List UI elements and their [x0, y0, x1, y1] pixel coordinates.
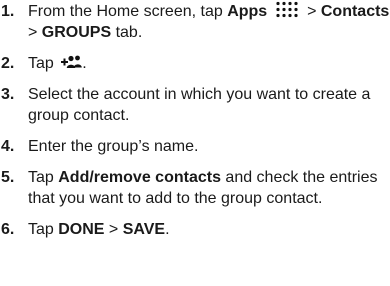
- step-text: From the Home screen, tap: [28, 3, 228, 20]
- instruction-steps: 1. From the Home screen, tap Apps > Cont…: [0, 0, 390, 240]
- done-label: DONE: [58, 221, 105, 238]
- save-label: SAVE: [122, 221, 166, 238]
- step-text: .: [165, 221, 170, 238]
- step-number: 5.: [1, 169, 15, 186]
- add-group-icon: [61, 55, 83, 68]
- step-text: Tap: [28, 221, 59, 238]
- step-6: 6. Tap DONE > SAVE.: [0, 219, 390, 240]
- step-number: 2.: [1, 55, 15, 72]
- step-text: .: [82, 55, 87, 72]
- step-1: 1. From the Home screen, tap Apps > Cont…: [0, 1, 390, 43]
- step-5: 5. Tap Add/remove contacts and check the…: [0, 167, 390, 209]
- step-4: 4. Enter the group’s name.: [0, 136, 390, 157]
- add-remove-contacts-label: Add/remove contacts: [58, 169, 221, 186]
- step-2: 2. Tap .: [0, 53, 390, 74]
- step-text: Select the account in which you want to …: [28, 86, 371, 124]
- apps-label: Apps: [227, 3, 268, 20]
- step-text: Tap: [28, 169, 59, 186]
- step-text: Enter the group’s name.: [28, 138, 199, 155]
- groups-tab-label: GROUPS: [41, 24, 112, 41]
- separator: >: [302, 3, 321, 20]
- separator: >: [28, 24, 42, 41]
- step-text: tab.: [111, 24, 143, 41]
- step-text: Tap: [28, 55, 59, 72]
- apps-grid-icon: [276, 1, 298, 18]
- step-number: 4.: [1, 138, 15, 155]
- step-number: 6.: [1, 221, 15, 238]
- step-number: 3.: [1, 86, 15, 103]
- step-3: 3. Select the account in which you want …: [0, 84, 390, 126]
- contacts-label: Contacts: [320, 3, 390, 20]
- separator: >: [104, 221, 123, 238]
- step-number: 1.: [1, 3, 15, 20]
